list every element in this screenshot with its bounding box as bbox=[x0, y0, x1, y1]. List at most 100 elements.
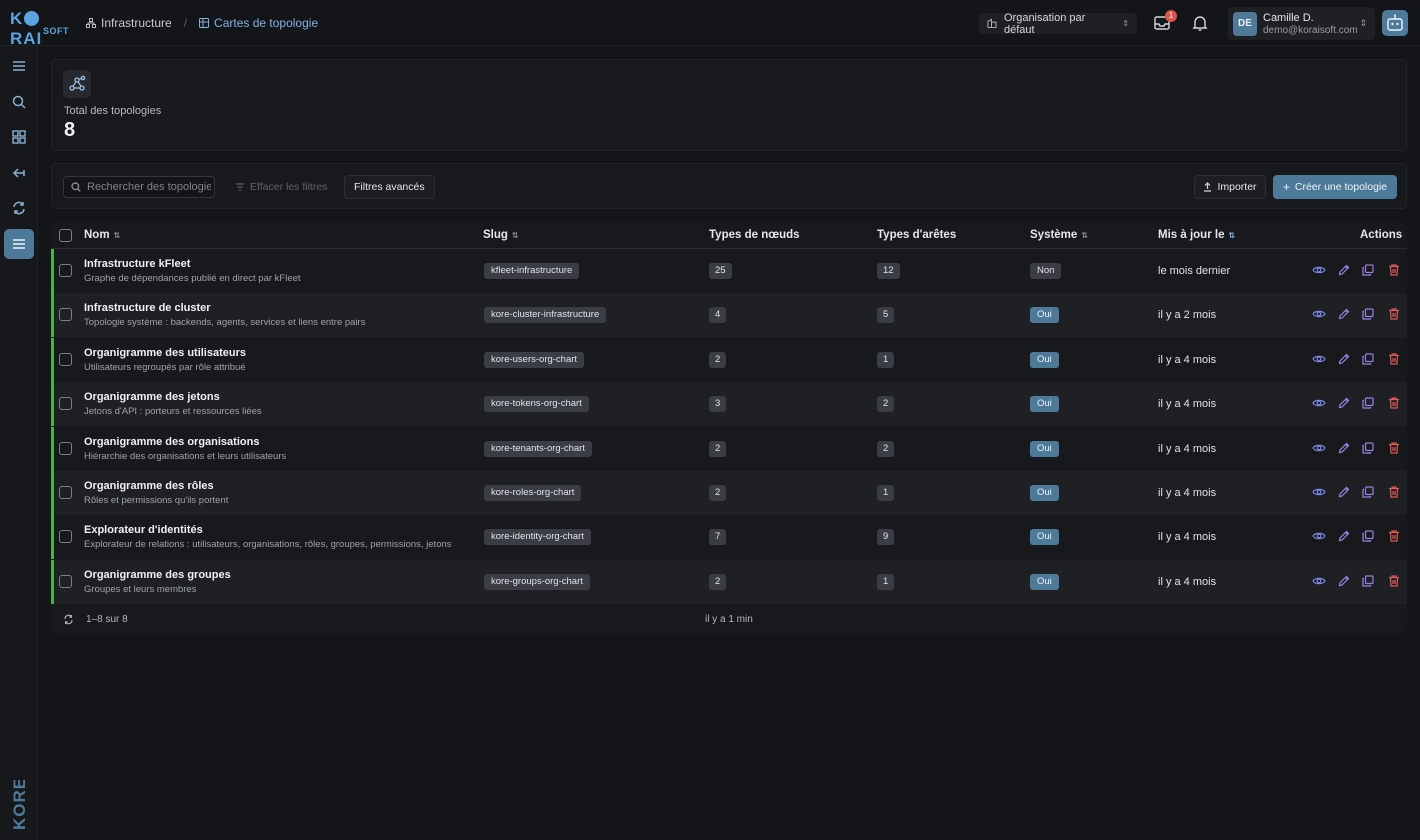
system-badge: Oui bbox=[1030, 396, 1059, 413]
column-header-updated[interactable]: Mis à jour le ⇅ bbox=[1158, 229, 1235, 241]
duplicate-button[interactable] bbox=[1361, 441, 1375, 455]
sort-icon: ⇅ bbox=[1081, 230, 1089, 240]
edit-button[interactable] bbox=[1337, 307, 1351, 321]
delete-button[interactable] bbox=[1387, 441, 1401, 455]
search-input[interactable] bbox=[87, 181, 211, 193]
row-checkbox[interactable] bbox=[59, 486, 72, 499]
delete-button[interactable] bbox=[1387, 529, 1401, 543]
table-row[interactable]: Infrastructure de cluster Topologie systè… bbox=[51, 293, 1407, 338]
sidebar-item-topologies[interactable] bbox=[4, 229, 34, 259]
table-row[interactable]: Organigramme des groupes Groupes et leurs… bbox=[51, 559, 1407, 604]
duplicate-button[interactable] bbox=[1361, 485, 1375, 499]
topology-icon bbox=[63, 70, 91, 98]
svg-text:KORE: KORE bbox=[10, 780, 29, 830]
duplicate-button[interactable] bbox=[1361, 263, 1375, 277]
table-row[interactable]: Organigramme des rôles Rôles et permissio… bbox=[51, 471, 1407, 515]
duplicate-button[interactable] bbox=[1361, 307, 1375, 321]
delete-button[interactable] bbox=[1387, 396, 1401, 410]
duplicate-button[interactable] bbox=[1361, 396, 1375, 410]
row-title[interactable]: Organigramme des organisations bbox=[84, 436, 259, 448]
row-checkbox[interactable] bbox=[59, 441, 72, 455]
table-row[interactable]: Explorateur d'identités Explorateur de re… bbox=[51, 515, 1407, 560]
refresh-icon[interactable] bbox=[63, 614, 74, 625]
create-topology-button[interactable]: + Créer une topologie bbox=[1273, 175, 1397, 199]
search-field[interactable] bbox=[63, 176, 215, 198]
view-button[interactable] bbox=[1312, 441, 1326, 455]
edit-button[interactable] bbox=[1337, 396, 1351, 410]
node-types-count: 4 bbox=[709, 307, 727, 324]
table-row[interactable]: Organigramme des organisations Hiérarchie… bbox=[51, 426, 1407, 471]
bell-icon[interactable] bbox=[1191, 14, 1209, 32]
row-title[interactable]: Infrastructure de cluster bbox=[84, 302, 211, 314]
delete-button[interactable] bbox=[1387, 307, 1401, 321]
top-bar: KRAI SOFT Infrastructure / Cartes de top… bbox=[0, 0, 1420, 48]
koraisoft-logo[interactable]: KRAI SOFT bbox=[10, 9, 70, 48]
row-checkbox[interactable] bbox=[59, 264, 72, 277]
row-checkbox[interactable] bbox=[59, 308, 72, 322]
advanced-filters-button[interactable]: Filtres avancés bbox=[344, 175, 435, 199]
row-title[interactable]: Organigramme des utilisateurs bbox=[84, 347, 246, 359]
edit-button[interactable] bbox=[1337, 263, 1351, 277]
edge-types-count: 9 bbox=[877, 529, 895, 546]
column-header-actions: Actions bbox=[1360, 229, 1402, 241]
view-button[interactable] bbox=[1312, 574, 1326, 588]
table-row[interactable]: Infrastructure kFleet Graphe de dépendanc… bbox=[51, 249, 1407, 293]
import-button[interactable]: Importer bbox=[1194, 175, 1266, 199]
assistant-button[interactable] bbox=[1382, 10, 1408, 36]
view-button[interactable] bbox=[1312, 529, 1326, 543]
list-icon bbox=[13, 239, 25, 249]
kore-wordmark-logo: KORE bbox=[10, 780, 29, 830]
edit-button[interactable] bbox=[1337, 529, 1351, 543]
delete-button[interactable] bbox=[1387, 263, 1401, 277]
duplicate-button[interactable] bbox=[1361, 352, 1375, 366]
slug-badge: kore-cluster-infrastructure bbox=[484, 307, 607, 324]
edit-button[interactable] bbox=[1337, 352, 1351, 366]
sidebar-item-search[interactable] bbox=[4, 87, 34, 117]
row-checkbox[interactable] bbox=[59, 352, 72, 366]
total-topologies-card: Total des topologies 8 bbox=[51, 59, 1407, 151]
select-all-checkbox[interactable] bbox=[59, 229, 72, 242]
avatar: DE bbox=[1233, 12, 1257, 36]
view-button[interactable] bbox=[1312, 485, 1326, 499]
column-header-system[interactable]: Système ⇅ bbox=[1030, 229, 1088, 241]
view-button[interactable] bbox=[1312, 263, 1326, 277]
breadcrumb-infrastructure[interactable]: Infrastructure bbox=[86, 16, 172, 30]
row-title[interactable]: Organigramme des groupes bbox=[84, 569, 231, 581]
trash-icon bbox=[1387, 486, 1401, 502]
delete-button[interactable] bbox=[1387, 485, 1401, 499]
view-button[interactable] bbox=[1312, 307, 1326, 321]
row-checkbox[interactable] bbox=[59, 397, 72, 411]
organization-select[interactable]: Organisation par défaut ⇕ bbox=[979, 12, 1137, 36]
row-title[interactable]: Infrastructure kFleet bbox=[84, 258, 190, 270]
clear-filters-button[interactable]: Effacer les filtres bbox=[235, 176, 327, 198]
row-title[interactable]: Explorateur d'identités bbox=[84, 524, 203, 536]
row-checkbox[interactable] bbox=[59, 574, 72, 588]
sidebar-item-dashboard[interactable] bbox=[4, 122, 34, 152]
row-description: Explorateur de relations : utilisateurs,… bbox=[84, 539, 452, 551]
row-title[interactable]: Organigramme des rôles bbox=[84, 480, 214, 492]
view-button[interactable] bbox=[1312, 396, 1326, 410]
edit-button[interactable] bbox=[1337, 574, 1351, 588]
sidebar-item-back[interactable] bbox=[4, 158, 34, 188]
delete-button[interactable] bbox=[1387, 574, 1401, 588]
duplicate-button[interactable] bbox=[1361, 574, 1375, 588]
edit-button[interactable] bbox=[1337, 485, 1351, 499]
column-header-label: Système bbox=[1030, 229, 1078, 241]
sidebar-menu-toggle[interactable] bbox=[4, 51, 34, 81]
user-menu[interactable]: DE Camille D. demo@koraisoft.com ⇕ bbox=[1228, 7, 1375, 40]
row-checkbox[interactable] bbox=[59, 530, 72, 544]
column-header-slug[interactable]: Slug ⇅ bbox=[483, 229, 519, 241]
copy-icon bbox=[1361, 575, 1375, 591]
duplicate-button[interactable] bbox=[1361, 529, 1375, 543]
table-row[interactable]: Organigramme des jetons Jetons d'API : po… bbox=[51, 382, 1407, 427]
column-header-name[interactable]: Nom ⇅ bbox=[84, 229, 120, 241]
view-button[interactable] bbox=[1312, 352, 1326, 366]
row-title[interactable]: Organigramme des jetons bbox=[84, 391, 220, 403]
delete-button[interactable] bbox=[1387, 352, 1401, 366]
breadcrumb-parent-label: Infrastructure bbox=[101, 16, 172, 30]
table-row[interactable]: Organigramme des utilisateurs Utilisateur… bbox=[51, 337, 1407, 382]
sidebar-item-sync[interactable] bbox=[4, 193, 34, 223]
create-topology-label: Créer une topologie bbox=[1294, 181, 1388, 193]
slug-badge: kfleet-infrastructure bbox=[484, 263, 580, 279]
edit-button[interactable] bbox=[1337, 441, 1351, 455]
